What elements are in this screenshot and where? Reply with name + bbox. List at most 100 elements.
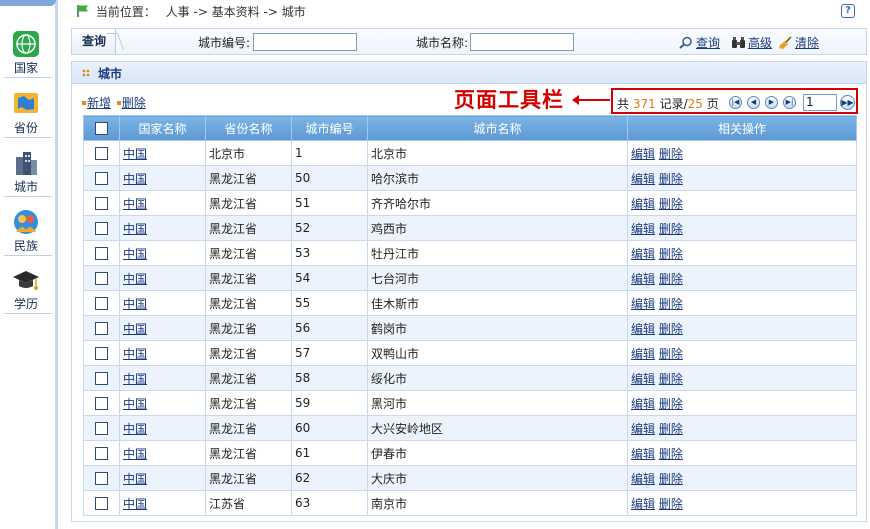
query-button[interactable]: 查询 [679,34,720,51]
row-checkbox[interactable] [95,147,108,160]
edit-link[interactable]: 编辑 [631,322,655,336]
edit-link[interactable]: 编辑 [631,447,655,461]
row-select-cell[interactable] [83,240,120,266]
row-select-cell[interactable] [83,215,120,241]
row-select-cell[interactable] [83,315,120,341]
edit-link[interactable]: 编辑 [631,247,655,261]
edit-link[interactable]: 编辑 [631,422,655,436]
delete-link[interactable]: 删除 [659,372,683,386]
delete-link[interactable]: 删除 [659,472,683,486]
prev-page-icon[interactable]: ◀ [747,96,760,109]
edit-link[interactable]: 编辑 [631,372,655,386]
select-all-header[interactable] [83,115,120,141]
edit-link[interactable]: 编辑 [631,222,655,236]
row-select-cell[interactable] [83,140,120,166]
add-button[interactable]: 新增 [87,96,111,110]
row-select-cell[interactable] [83,365,120,391]
column-header[interactable]: 国家名称 [119,115,206,141]
country-link[interactable]: 中国 [123,497,147,511]
next-page-icon[interactable]: ▶ [765,96,778,109]
help-icon[interactable]: ? [841,4,855,18]
sidebar-item-ethnicity[interactable]: 民族 [0,208,52,256]
row-checkbox[interactable] [95,372,108,385]
country-link[interactable]: 中国 [123,172,147,186]
edit-link[interactable]: 编辑 [631,497,655,511]
sidebar-item-country[interactable]: 国家 [0,30,52,78]
column-header[interactable]: 省份名称 [205,115,292,141]
row-checkbox[interactable] [95,497,108,510]
row-select-cell[interactable] [83,290,120,316]
row-select-cell[interactable] [83,340,120,366]
edit-link[interactable]: 编辑 [631,272,655,286]
delete-link[interactable]: 删除 [659,297,683,311]
row-select-cell[interactable] [83,190,120,216]
country-link[interactable]: 中国 [123,297,147,311]
edit-link[interactable]: 编辑 [631,397,655,411]
edit-link[interactable]: 编辑 [631,472,655,486]
delete-button[interactable]: 删除 [122,96,146,110]
row-checkbox[interactable] [95,247,108,260]
last-page-icon[interactable]: ▶| [783,96,796,109]
row-select-cell[interactable] [83,415,120,441]
edit-link[interactable]: 编辑 [631,147,655,161]
country-link[interactable]: 中国 [123,322,147,336]
row-checkbox[interactable] [95,447,108,460]
country-link[interactable]: 中国 [123,147,147,161]
sidebar-item-province[interactable]: 省份 [0,90,52,138]
row-checkbox[interactable] [95,297,108,310]
row-checkbox[interactable] [95,172,108,185]
row-select-cell[interactable] [83,265,120,291]
row-select-cell[interactable] [83,465,120,491]
first-page-icon[interactable]: |◀ [729,96,742,109]
country-link[interactable]: 中国 [123,197,147,211]
country-link[interactable]: 中国 [123,272,147,286]
delete-link[interactable]: 删除 [659,497,683,511]
city-name-input[interactable] [470,33,574,51]
delete-link[interactable]: 删除 [659,447,683,461]
row-checkbox[interactable] [95,272,108,285]
delete-link[interactable]: 删除 [659,272,683,286]
edit-link[interactable]: 编辑 [631,172,655,186]
tab-query[interactable]: 查询 [72,29,116,54]
country-link[interactable]: 中国 [123,397,147,411]
delete-link[interactable]: 删除 [659,397,683,411]
delete-link[interactable]: 删除 [659,322,683,336]
row-checkbox[interactable] [95,197,108,210]
row-checkbox[interactable] [95,347,108,360]
row-checkbox[interactable] [95,397,108,410]
column-header[interactable]: 城市名称 [367,115,628,141]
delete-link[interactable]: 删除 [659,172,683,186]
advanced-button[interactable]: 高级 [731,34,772,51]
go-page-icon[interactable]: ▶▶ [840,95,855,110]
row-select-cell[interactable] [83,390,120,416]
sidebar-item-education[interactable]: 学历 [0,266,52,314]
row-checkbox[interactable] [95,422,108,435]
country-link[interactable]: 中国 [123,347,147,361]
country-link[interactable]: 中国 [123,472,147,486]
country-link[interactable]: 中国 [123,372,147,386]
edit-link[interactable]: 编辑 [631,197,655,211]
delete-link[interactable]: 删除 [659,222,683,236]
sidebar-item-city[interactable]: 城市 [0,149,52,197]
delete-link[interactable]: 删除 [659,197,683,211]
delete-link[interactable]: 删除 [659,147,683,161]
select-all-checkbox[interactable] [95,122,108,135]
row-select-cell[interactable] [83,490,120,516]
country-link[interactable]: 中国 [123,422,147,436]
delete-link[interactable]: 删除 [659,347,683,361]
clear-button[interactable]: 清除 [778,34,819,51]
edit-link[interactable]: 编辑 [631,347,655,361]
row-checkbox[interactable] [95,222,108,235]
country-link[interactable]: 中国 [123,447,147,461]
column-header[interactable]: 城市编号 [291,115,368,141]
row-checkbox[interactable] [95,322,108,335]
row-checkbox[interactable] [95,472,108,485]
country-link[interactable]: 中国 [123,222,147,236]
delete-link[interactable]: 删除 [659,422,683,436]
delete-link[interactable]: 删除 [659,247,683,261]
row-select-cell[interactable] [83,440,120,466]
page-number-input[interactable]: 1 [803,94,837,111]
country-link[interactable]: 中国 [123,247,147,261]
edit-link[interactable]: 编辑 [631,297,655,311]
row-select-cell[interactable] [83,165,120,191]
